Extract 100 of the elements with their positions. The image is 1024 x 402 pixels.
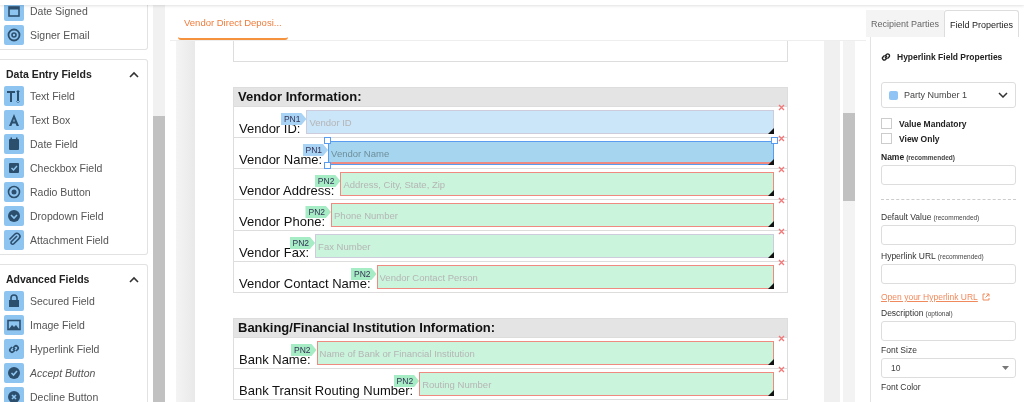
link-icon <box>4 339 24 359</box>
panel-title: Hyperlink Field Properties <box>897 52 1003 62</box>
dropdown-value: 10 <box>891 363 901 373</box>
sidebar-item[interactable]: Hyperlink Field <box>0 337 147 361</box>
party-dropdown[interactable]: Party Number 1 <box>881 82 1016 108</box>
sidebar-item[interactable]: Date Signed <box>0 5 147 23</box>
panel-tab[interactable]: Recipient Parties <box>866 10 945 37</box>
item-label: Accept Button <box>30 367 96 379</box>
section-title: Advanced Fields <box>6 273 90 285</box>
chevron-icon[interactable] <box>129 275 139 283</box>
party-tag: PN1 <box>302 144 329 156</box>
scrollbar[interactable] <box>843 41 855 402</box>
party-tag: PN1 <box>280 113 307 125</box>
section-title: Data Entry Fields <box>6 68 92 80</box>
item-label: Text Box <box>30 114 71 126</box>
item-label: Secured Field <box>30 295 95 307</box>
dropdown-icon <box>4 206 24 226</box>
item-label: Dropdown Field <box>30 210 104 222</box>
letter-icon <box>4 110 24 130</box>
panel-tab[interactable]: Field Properties <box>944 10 1020 37</box>
scrollbar[interactable] <box>153 5 165 402</box>
external-link-icon[interactable] <box>981 293 990 301</box>
sidebar-item[interactable]: Secured Field <box>0 289 147 313</box>
checkbox-label: View Only <box>899 133 940 144</box>
sidebar-item[interactable]: Decline Button <box>0 385 147 402</box>
resize-handle-icon[interactable] <box>768 159 774 165</box>
close-icon[interactable] <box>778 197 785 204</box>
lock-icon <box>4 291 24 311</box>
sidebar-item[interactable]: Image Field <box>0 313 147 337</box>
selection-handle[interactable] <box>324 137 332 144</box>
field-label: Font Size <box>881 345 918 355</box>
item-label: Date Signed <box>30 5 88 17</box>
caret-icon <box>1002 366 1009 370</box>
radio-icon <box>4 182 24 202</box>
field-label: Description <box>881 308 924 318</box>
input-field[interactable] <box>881 264 1016 284</box>
paperclip-icon <box>4 230 24 250</box>
image-icon <box>4 315 24 335</box>
section-heading: Banking/Financial Institution Information: <box>234 318 787 337</box>
resize-handle-icon[interactable] <box>768 190 774 196</box>
party-tag: PN2 <box>314 175 341 187</box>
item-label: Checkbox Field <box>30 162 103 174</box>
resize-handle-icon[interactable] <box>768 221 774 227</box>
sidebar-item[interactable]: Text Box <box>0 108 147 132</box>
selection-handle[interactable] <box>771 137 778 144</box>
field-label: Hyperlink URL <box>881 251 936 261</box>
party-tag: PN2 <box>351 268 377 280</box>
item-label: Attachment Field <box>30 234 109 246</box>
item-label: Text Field <box>30 90 75 102</box>
party-tag: PN2 <box>291 344 317 356</box>
form-field[interactable]: Vendor Name <box>328 141 774 165</box>
checkbox-icon <box>4 158 24 178</box>
sidebar-item[interactable]: Accept Button <box>0 361 147 385</box>
dropdown-value: Party Number 1 <box>904 90 969 100</box>
sidebar-item[interactable]: Date Field <box>0 132 147 156</box>
calendar-icon <box>4 5 24 21</box>
selection-handle[interactable] <box>324 162 332 169</box>
form-field[interactable]: Vendor ID <box>306 110 774 134</box>
checkbox[interactable] <box>881 118 892 129</box>
item-label: Radio Button <box>30 186 91 198</box>
item-label: Image Field <box>30 319 85 331</box>
field-label: Name <box>881 152 905 162</box>
checkbox-label: Value Mandatory <box>899 118 967 129</box>
section-heading: Vendor Information: <box>234 87 787 106</box>
sidebar-item[interactable]: Radio Button <box>0 180 147 204</box>
field-label: Font Color <box>881 382 922 392</box>
input-field[interactable] <box>881 321 1016 341</box>
sidebar-item[interactable]: Attachment Field <box>0 228 147 252</box>
party-tag: PN2 <box>305 206 332 218</box>
close-icon[interactable] <box>778 228 785 235</box>
close-icon[interactable] <box>778 366 785 373</box>
party-tag: PN2 <box>393 375 420 387</box>
close-icon[interactable] <box>778 335 785 342</box>
field-label: Default Value <box>881 212 932 222</box>
party-tag: PN2 <box>289 237 316 249</box>
sidebar-item[interactable]: Text Field <box>0 84 147 108</box>
checkbox[interactable] <box>881 133 892 144</box>
resize-handle-icon[interactable] <box>768 390 774 396</box>
close-icon[interactable] <box>778 259 785 266</box>
resize-handle-icon[interactable] <box>768 252 774 258</box>
font-size-dropdown[interactable]: 10 <box>881 358 1016 378</box>
resize-handle-icon[interactable] <box>768 128 774 134</box>
chevron-icon <box>998 92 1008 98</box>
item-label: Decline Button <box>30 391 99 402</box>
close-icon[interactable] <box>778 166 785 173</box>
text-field-icon <box>4 86 24 106</box>
sidebar-item[interactable]: Signer Email <box>0 23 147 47</box>
calendar-icon <box>4 134 24 154</box>
sidebar-item[interactable]: Dropdown Field <box>0 204 147 228</box>
close-icon[interactable] <box>778 104 785 111</box>
form-field[interactable]: Address, City, State, Zip <box>340 172 774 196</box>
resize-handle-icon[interactable] <box>768 283 774 289</box>
item-label: Hyperlink Field <box>30 343 100 355</box>
chevron-icon[interactable] <box>129 70 139 78</box>
resize-handle-icon[interactable] <box>768 359 774 365</box>
item-label: Signer Email <box>30 29 90 41</box>
form-field[interactable]: Phone Number <box>331 203 774 227</box>
input-field[interactable] <box>881 225 1016 245</box>
input-field[interactable] <box>881 165 1016 185</box>
sidebar-item[interactable]: Checkbox Field <box>0 156 147 180</box>
